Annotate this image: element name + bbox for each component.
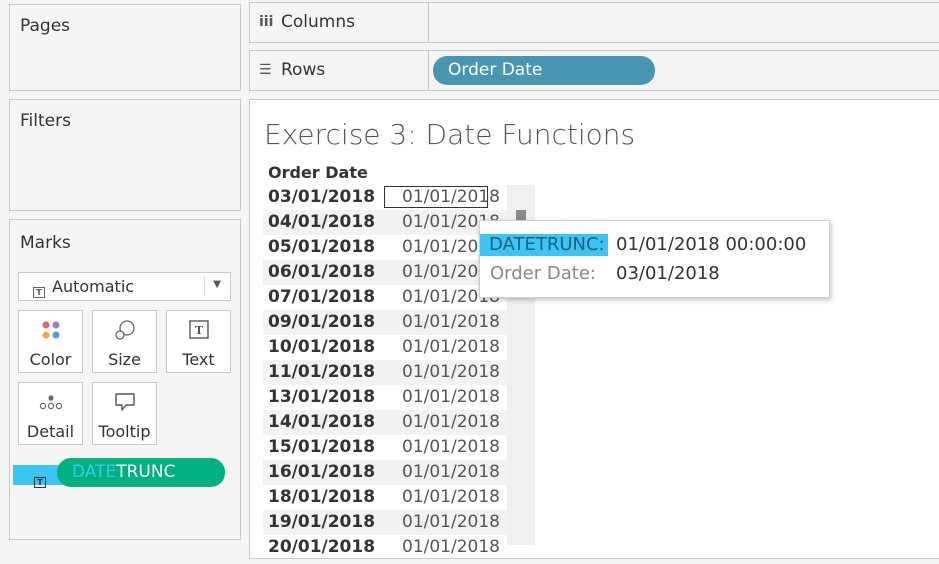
text-card-label: Text (182, 350, 215, 369)
size-icon (93, 319, 156, 341)
order-date-cell[interactable]: 15/01/2018 (268, 437, 375, 457)
mark-type-dropdown[interactable]: T Automatic ▼ (18, 272, 231, 301)
marks-title: Marks (20, 233, 71, 253)
datetrunc-pill[interactable]: DATETRUNC (57, 458, 225, 487)
filters-panel[interactable]: Filters (9, 99, 241, 211)
datetrunc-cell[interactable]: 01/01/2018 (402, 437, 500, 457)
order-date-cell[interactable]: 06/01/2018 (268, 262, 375, 282)
table-row[interactable]: 20/01/2018 01/01/2018 (263, 535, 507, 558)
detail-card-label: Detail (26, 422, 75, 441)
rows-label: Rows (281, 60, 326, 80)
tooltip-value-datetrunc: 01/01/2018 00:00:00 (616, 234, 807, 255)
scrollbar-thumb[interactable] (516, 210, 526, 220)
tooltip-card-label: Tooltip (98, 422, 151, 441)
dropdown-divider (204, 277, 205, 296)
table-row[interactable]: 18/01/2018 01/01/2018 (263, 485, 507, 510)
datetrunc-cell[interactable]: 01/01/2018 (402, 537, 500, 557)
table-row[interactable]: 11/01/2018 01/01/2018 (263, 360, 507, 385)
worksheet-title: Exercise 3: Date Functions (264, 118, 636, 151)
order-date-cell[interactable]: 18/01/2018 (268, 487, 375, 507)
table-row[interactable]: 13/01/2018 01/01/2018 (263, 385, 507, 410)
table-row[interactable]: 19/01/2018 01/01/2018 (263, 510, 507, 535)
rows-icon: ☰ (259, 62, 272, 78)
rows-shelf[interactable]: ☰ Rows Order Date (249, 50, 939, 91)
pill-text-highlight: DATE (72, 462, 117, 482)
order-date-header[interactable]: Order Date (268, 163, 368, 182)
color-card[interactable]: Color (18, 310, 83, 373)
table-row[interactable]: 09/01/2018 01/01/2018 (263, 310, 507, 335)
order-date-cell[interactable]: 13/01/2018 (268, 387, 375, 407)
pages-title: Pages (20, 16, 71, 36)
order-date-pill[interactable]: Order Date (433, 56, 655, 85)
datetrunc-cell[interactable]: 01/01/2018 (402, 337, 500, 357)
marks-panel: Marks (9, 219, 241, 540)
tooltip-card[interactable]: Tooltip (92, 382, 157, 445)
datetrunc-cell[interactable]: 01/01/2018 (402, 487, 500, 507)
columns-label: Columns (281, 12, 355, 32)
order-date-cell[interactable]: 20/01/2018 (268, 537, 375, 557)
color-card-label: Color (29, 350, 72, 369)
order-date-cell[interactable]: 07/01/2018 (268, 287, 375, 307)
tooltip-popup: DATETRUNC: 01/01/2018 00:00:00 Order Dat… (479, 220, 830, 298)
table-row[interactable]: 03/01/2018 01/01/2018 (263, 185, 507, 210)
order-date-cell[interactable]: 04/01/2018 (268, 212, 375, 232)
worksheet-view: Exercise 3: Date Functions Order Date 03… (249, 99, 939, 559)
shelf-divider (428, 3, 429, 42)
datetrunc-cell[interactable]: 01/01/2018 (402, 387, 500, 407)
datetrunc-cell[interactable]: 01/01/2018 (402, 412, 500, 432)
text-mark-icon: T (34, 470, 46, 489)
text-icon: T (167, 319, 230, 341)
mark-type-label: Automatic (52, 277, 135, 296)
size-card-label: Size (108, 350, 141, 369)
table-row[interactable]: 10/01/2018 01/01/2018 (263, 335, 507, 360)
order-date-cell[interactable]: 16/01/2018 (268, 462, 375, 482)
table-row[interactable]: 14/01/2018 01/01/2018 (263, 410, 507, 435)
pages-panel: Pages (9, 4, 241, 91)
tooltip-label-datetrunc: DATETRUNC: (480, 234, 608, 256)
text-card[interactable]: T Text (166, 310, 231, 373)
order-date-cell[interactable]: 10/01/2018 (268, 337, 375, 357)
order-date-cell[interactable]: 09/01/2018 (268, 312, 375, 332)
columns-icon: iii (259, 14, 274, 30)
order-date-cell[interactable]: 19/01/2018 (268, 512, 375, 532)
table-row[interactable]: 06/01/2018 01/01/2018 (263, 260, 507, 285)
text-mark-icon: T (33, 280, 45, 299)
order-date-cell[interactable]: 05/01/2018 (268, 237, 375, 257)
datetrunc-cell[interactable]: 01/01/2018 (402, 362, 500, 382)
svg-text:T: T (194, 324, 203, 337)
pill-text-rest: TRUNC (116, 462, 176, 482)
detail-card[interactable]: Detail (18, 382, 83, 445)
data-table: 03/01/2018 01/01/2018 04/01/2018 01/01/2018… (263, 185, 507, 558)
color-icon (19, 319, 82, 341)
order-date-cell[interactable]: 11/01/2018 (268, 362, 375, 382)
table-row[interactable]: 05/01/2018 01/01/2018 (263, 235, 507, 260)
table-row[interactable]: 16/01/2018 01/01/2018 (263, 460, 507, 485)
table-row[interactable]: 04/01/2018 01/01/2018 (263, 210, 507, 235)
tooltip-label-order-date: Order Date: (490, 263, 596, 284)
shelf-divider (428, 51, 429, 90)
marks-pill-datetrunc[interactable]: T DATETRUNC (13, 458, 225, 489)
datetrunc-cell[interactable]: 01/01/2018 (402, 312, 500, 332)
tooltip-icon (93, 391, 156, 413)
table-row[interactable]: 07/01/2018 01/01/2018 (263, 285, 507, 310)
datetrunc-cell[interactable]: 01/01/2018 (402, 462, 500, 482)
datetrunc-cell[interactable]: 01/01/2018 (402, 512, 500, 532)
chevron-down-icon[interactable]: ▼ (213, 279, 221, 290)
detail-icon (19, 391, 82, 413)
order-date-cell[interactable]: 14/01/2018 (268, 412, 375, 432)
tooltip-value-order-date: 03/01/2018 (616, 263, 720, 284)
table-row[interactable]: 15/01/2018 01/01/2018 (263, 435, 507, 460)
datetrunc-cell[interactable]: 01/01/2018 (384, 186, 500, 208)
filters-title: Filters (20, 111, 71, 131)
size-card[interactable]: Size (92, 310, 157, 373)
order-date-cell[interactable]: 03/01/2018 (268, 187, 375, 207)
columns-shelf[interactable]: iii Columns (249, 2, 939, 43)
